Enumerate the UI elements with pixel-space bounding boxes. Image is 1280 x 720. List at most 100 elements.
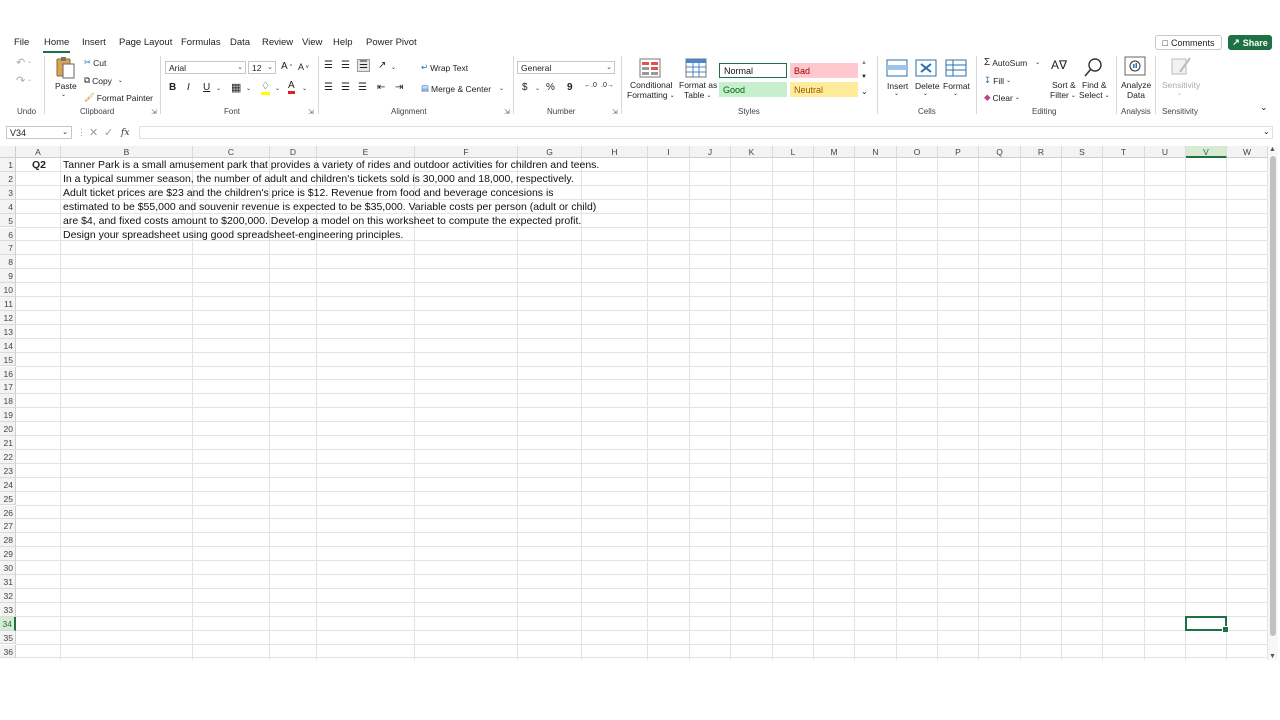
column-header-p[interactable]: P: [938, 146, 979, 158]
increase-font-icon[interactable]: A ^: [281, 61, 292, 72]
undo-icon[interactable]: ↶: [16, 56, 25, 69]
column-header-f[interactable]: F: [415, 146, 518, 158]
share-button[interactable]: ↗ Share: [1228, 35, 1272, 50]
row-header-8[interactable]: 8: [0, 255, 16, 270]
clear-button[interactable]: ◆ Clear ⌄: [984, 92, 1020, 103]
align-bottom-icon[interactable]: ☰: [357, 59, 370, 72]
chevron-down-icon[interactable]: ⌄: [1177, 90, 1182, 97]
font-color-icon[interactable]: A: [288, 80, 295, 94]
comments-button[interactable]: □ Comments: [1155, 35, 1222, 50]
collapse-ribbon-icon[interactable]: ⌄: [1260, 102, 1268, 113]
orientation-dropdown-icon[interactable]: ⌄: [391, 64, 396, 71]
row-header-21[interactable]: 21: [0, 436, 16, 450]
active-cell[interactable]: [1185, 615, 1229, 633]
cell-b2[interactable]: In a typical summer season, the number o…: [63, 172, 574, 186]
column-header-a[interactable]: A: [16, 146, 61, 158]
row-header-30[interactable]: 30: [0, 561, 16, 575]
tab-home[interactable]: Home: [42, 37, 71, 53]
align-top-icon[interactable]: ☰: [324, 60, 333, 71]
row-header-29[interactable]: 29: [0, 547, 16, 562]
column-header-j[interactable]: J: [690, 146, 731, 158]
column-header-g[interactable]: G: [518, 146, 582, 158]
tab-data[interactable]: Data: [230, 37, 250, 48]
style-neutral[interactable]: Neutral: [790, 82, 858, 97]
paste-label[interactable]: Paste: [55, 81, 77, 91]
column-header-c[interactable]: C: [193, 146, 270, 158]
style-normal[interactable]: Normal: [719, 63, 787, 78]
row-header-3[interactable]: 3: [0, 185, 16, 200]
styles-scroll-down-icon[interactable]: ▼: [861, 74, 867, 80]
row-header-34[interactable]: 34: [0, 616, 16, 631]
autosum-button[interactable]: Σ AutoSum ⌄: [984, 57, 1040, 68]
worksheet-grid[interactable]: A B C D E F G H I J K L M N O P Q R S T U V W 1 2 3 4 5 6 7 8 9 10 11 12 13…: [0, 146, 1268, 660]
underline-dropdown-icon[interactable]: ⌄: [216, 85, 221, 92]
row-header-14[interactable]: 14: [0, 338, 16, 353]
currency-button[interactable]: $: [522, 82, 528, 93]
borders-dropdown-icon[interactable]: ⌄: [246, 85, 251, 92]
row-header-25[interactable]: 25: [0, 491, 16, 506]
conditional-formatting-label-2[interactable]: Formatting ⌄: [627, 90, 675, 100]
column-header-k[interactable]: K: [731, 146, 773, 158]
font-size-combo[interactable]: 12 ⌄: [248, 61, 276, 74]
font-color-dropdown-icon[interactable]: ⌄: [302, 85, 307, 92]
dialog-launcher-icon[interactable]: ⇲: [504, 108, 510, 116]
wrap-text-button[interactable]: ↵ Wrap Text: [421, 62, 468, 73]
chevron-down-icon[interactable]: ⌄: [953, 90, 958, 97]
row-header-20[interactable]: 20: [0, 422, 16, 436]
row-header-36[interactable]: 36: [0, 644, 16, 659]
column-header-n[interactable]: N: [855, 146, 897, 158]
style-bad[interactable]: Bad: [790, 63, 858, 78]
decrease-decimal-icon[interactable]: .0→: [601, 82, 614, 89]
tab-file[interactable]: File: [14, 37, 29, 48]
cell-b6[interactable]: Design your spreadsheet using good sprea…: [63, 228, 403, 242]
column-header-w[interactable]: W: [1227, 146, 1268, 158]
row-header-32[interactable]: 32: [0, 588, 16, 603]
analyze-data-icon[interactable]: [1124, 56, 1146, 76]
find-select-icon[interactable]: [1083, 57, 1105, 77]
tab-help[interactable]: Help: [333, 37, 353, 48]
row-header-1[interactable]: 1: [0, 158, 16, 172]
dialog-launcher-icon[interactable]: ⇲: [308, 108, 314, 116]
column-header-t[interactable]: T: [1103, 146, 1145, 158]
scroll-down-icon[interactable]: ▼: [1269, 653, 1276, 660]
paste-icon[interactable]: [54, 56, 76, 80]
column-header-h[interactable]: H: [582, 146, 648, 158]
increase-decimal-icon[interactable]: ←.0: [584, 82, 597, 89]
fill-color-dropdown-icon[interactable]: ⌄: [275, 85, 280, 92]
column-header-m[interactable]: M: [814, 146, 855, 158]
font-name-combo[interactable]: Arial ⌄: [165, 61, 246, 74]
row-header-18[interactable]: 18: [0, 394, 16, 409]
chevron-down-icon[interactable]: ⌄: [894, 90, 899, 97]
column-header-i[interactable]: I: [648, 146, 690, 158]
row-header-6[interactable]: 6: [0, 227, 16, 242]
cell-a1[interactable]: Q2: [17, 158, 61, 172]
cell-b5[interactable]: are $4, and fixed costs amount to $200,0…: [63, 214, 581, 228]
row-header-7[interactable]: 7: [0, 241, 16, 256]
row-header-15[interactable]: 15: [0, 352, 16, 367]
currency-dropdown-icon[interactable]: ⌄: [535, 85, 540, 92]
row-header-27[interactable]: 27: [0, 519, 16, 534]
formula-input[interactable]: [139, 126, 1273, 139]
row-header-11[interactable]: 11: [0, 297, 16, 311]
column-header-u[interactable]: U: [1145, 146, 1186, 158]
column-header-l[interactable]: L: [773, 146, 814, 158]
align-right-icon[interactable]: ☰: [358, 82, 367, 93]
row-header-24[interactable]: 24: [0, 477, 16, 492]
cell-b1[interactable]: Tanner Park is a small amusement park th…: [63, 158, 599, 172]
row-header-12[interactable]: 12: [0, 310, 16, 325]
percent-button[interactable]: %: [546, 82, 555, 93]
style-good[interactable]: Good: [719, 82, 787, 97]
comma-style-button[interactable]: 9: [567, 82, 573, 93]
row-header-9[interactable]: 9: [0, 269, 16, 284]
column-header-q[interactable]: Q: [979, 146, 1021, 158]
sort-filter-icon[interactable]: A∇: [1051, 58, 1067, 72]
row-header-33[interactable]: 33: [0, 602, 16, 617]
name-box[interactable]: V34 ⌄: [6, 126, 72, 139]
column-header-s[interactable]: S: [1062, 146, 1103, 158]
italic-button[interactable]: I: [187, 82, 190, 93]
row-header-35[interactable]: 35: [0, 630, 16, 645]
insert-cells-icon[interactable]: [886, 58, 908, 78]
tab-review[interactable]: Review: [262, 37, 293, 48]
row-header-5[interactable]: 5: [0, 213, 16, 228]
row-header-26[interactable]: 26: [0, 505, 16, 520]
